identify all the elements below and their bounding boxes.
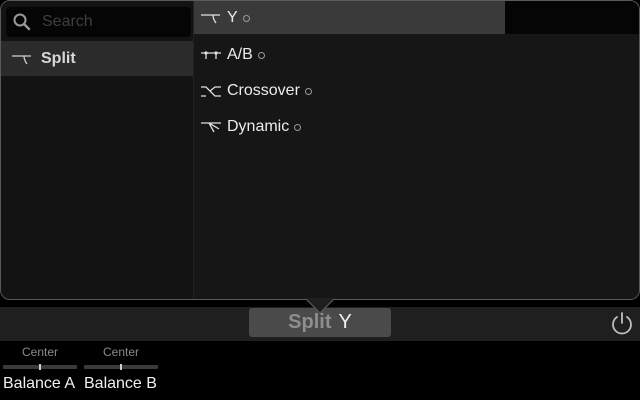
type-label: Dynamic [227, 117, 290, 135]
routing-popover: Search Split Y A/B Crossover Dynamic [0, 0, 640, 300]
knob-name: Balance B [84, 375, 157, 392]
circle-icon [304, 88, 312, 95]
crossover-icon [201, 85, 221, 97]
search-icon [13, 13, 31, 31]
knob-thumb[interactable] [120, 364, 122, 370]
type-label: Y [227, 8, 238, 26]
search-placeholder: Search [42, 13, 93, 30]
circle-icon [257, 52, 265, 59]
mode-type: Y [338, 311, 352, 333]
split-ab-icon [201, 50, 221, 59]
split-y-icon [12, 54, 31, 64]
search-field[interactable]: Search [6, 7, 191, 37]
type-label: Crossover [227, 81, 300, 99]
knob-thumb[interactable] [39, 364, 41, 370]
type-label: A/B [227, 45, 253, 63]
mode-category: Split [288, 311, 332, 333]
circle-icon [242, 15, 250, 22]
knob-value: Center [102, 345, 140, 359]
type-item-ab[interactable]: A/B [194, 38, 505, 71]
category-column: Search Split [1, 1, 193, 299]
type-item-dynamic[interactable]: Dynamic [194, 110, 505, 143]
circle-icon [294, 124, 302, 131]
knob-track[interactable] [84, 364, 158, 370]
knob-track[interactable] [3, 364, 77, 370]
category-label: Split [41, 49, 76, 67]
balance-a-control[interactable]: Center Balance A [3, 345, 77, 393]
power-icon[interactable] [609, 310, 635, 336]
type-item-crossover[interactable]: Crossover [194, 74, 505, 107]
popover-arrow [306, 298, 334, 314]
balance-b-control[interactable]: Center Balance B [84, 345, 158, 393]
dynamic-icon [201, 121, 221, 132]
knob-name: Balance A [3, 375, 76, 392]
type-column: Y A/B Crossover Dynamic [194, 1, 639, 299]
split-y-icon [201, 13, 220, 23]
header-strip [505, 1, 639, 34]
knob-value: Center [21, 345, 59, 359]
type-item-y[interactable]: Y [194, 1, 505, 34]
category-split[interactable]: Split [1, 41, 193, 76]
